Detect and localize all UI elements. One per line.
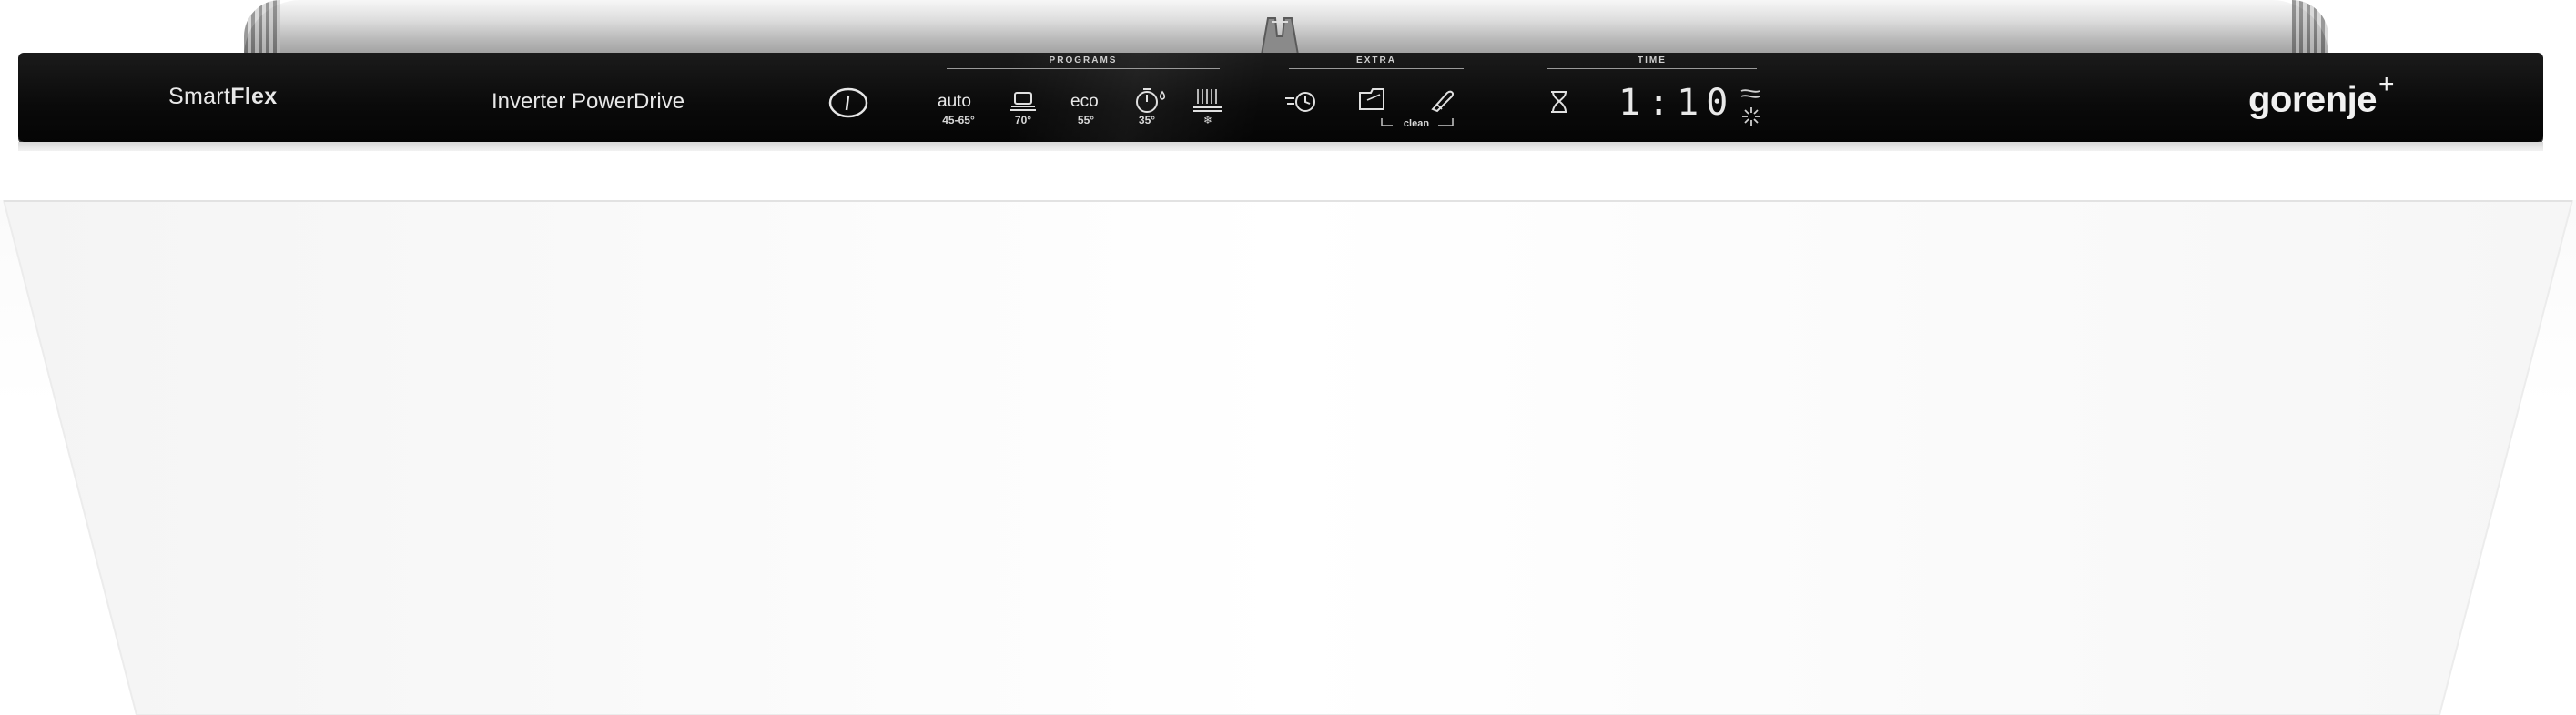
time-divider [1547, 68, 1757, 69]
time-section-label: TIME [1638, 55, 1667, 65]
technology-label: Inverter PowerDrive [492, 89, 685, 114]
program-rinse-icon[interactable] [1192, 87, 1223, 113]
program-intensive-temp: 70° [1014, 114, 1032, 126]
brand-logo-text: gorenje [2248, 79, 2377, 120]
delay-start-clock-icon[interactable] [1283, 89, 1320, 115]
time-display: 1:10 [1618, 82, 1736, 124]
panel-base-edge [18, 142, 2543, 151]
control-panel: SmartFlex Inverter PowerDrive PROGRAMS a… [18, 53, 2543, 142]
program-auto-temp: 45-65° [942, 114, 975, 126]
program-auto-label[interactable]: auto [938, 92, 971, 112]
dishwasher-door-front [0, 200, 2576, 715]
clean-label: clean [1403, 118, 1430, 129]
programs-section-label: PROGRAMS [1049, 55, 1118, 65]
brand-logo-mark: + [2378, 69, 2395, 99]
extra-divider [1289, 68, 1464, 69]
programs-divider [947, 68, 1220, 69]
ext-hygiene-icon[interactable] [1427, 87, 1456, 113]
program-eco-temp: 55° [1077, 114, 1095, 126]
series-suffix: Flex [230, 84, 278, 109]
program-eco-label[interactable]: eco [1070, 92, 1099, 112]
program-quick-stopwatch-icon[interactable] [1132, 86, 1169, 114]
salt-indicator-icon [1740, 89, 1760, 98]
total-dry-icon[interactable] [1356, 87, 1389, 113]
rim-edge-left [244, 0, 280, 56]
rinse-aid-indicator-icon [1742, 107, 1760, 126]
series-name: SmartFlex [168, 84, 277, 110]
rim-edge-right [2292, 0, 2328, 56]
door-panel-outline [2, 200, 2574, 715]
program-quick-temp: 35° [1138, 114, 1156, 126]
brand-logo: gorenje+ [2248, 69, 2395, 120]
program-intensive-pot-icon[interactable] [1009, 89, 1038, 113]
hourglass-icon[interactable] [1547, 89, 1571, 115]
extra-section-label: EXTRA [1356, 55, 1396, 65]
series-prefix: Smart [168, 84, 231, 109]
power-button[interactable] [828, 87, 868, 118]
program-rinse-temp: ❄ [1202, 114, 1213, 126]
